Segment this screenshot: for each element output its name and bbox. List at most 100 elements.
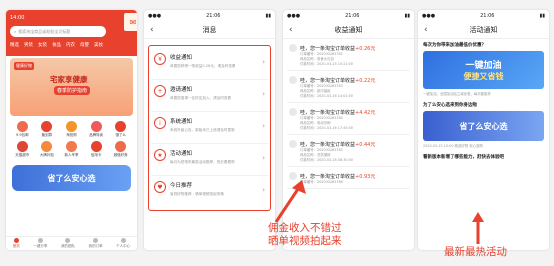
item-desc: 每月为您带来最惠活动推荐，快去看看吧 xyxy=(170,160,235,164)
message-category-item[interactable]: + 邀请通知 恭喜您邀请一名好友加入，请及时查看 › xyxy=(151,80,268,112)
orders-icon xyxy=(93,238,99,243)
grid-item[interactable]: 天猫超市 xyxy=(10,141,35,158)
grid-item[interactable]: 信用卡 xyxy=(84,141,109,158)
back-icon[interactable]: ‹ xyxy=(150,26,154,35)
card-amount: +4.42元 xyxy=(355,109,376,116)
caption-left: 佣金收入不错过 晒单视频拍起来 xyxy=(268,222,342,248)
battery-icon: ▮▮ xyxy=(539,13,545,19)
chevron-right-icon: › xyxy=(262,154,265,162)
promo-banner[interactable]: 省了么安心选 xyxy=(12,165,131,191)
grid-label: 天猫超市 xyxy=(15,153,30,157)
tab-team[interactable]: 我的团队 xyxy=(61,238,75,249)
item-desc: 恭喜您获得一笔收益0.26元，请及时查看 xyxy=(170,64,236,68)
tab-label: 个人中心 xyxy=(116,244,131,248)
activity-icon: ★ xyxy=(154,149,166,161)
home-header: 14:00 ▮▮▮ ⌕ 搜索淘宝商品或粘贴宝贝标题 精选 男装 女装 食品 内衣… xyxy=(6,10,137,56)
grid-item[interactable]: 大牌补贴 xyxy=(35,141,60,158)
income-icon: ¥ xyxy=(154,53,166,65)
invite-icon: + xyxy=(154,85,166,97)
home-banner[interactable]: 健康好物 宅家享健康 春季防护指南 xyxy=(10,58,133,116)
grid-item[interactable]: 超值好券 xyxy=(108,141,133,158)
grid-icon xyxy=(41,141,53,152)
category-tab[interactable]: 男装 xyxy=(24,42,33,48)
tab-profile[interactable]: 个人中心 xyxy=(116,238,130,249)
grid-item[interactable]: 淘抢购 xyxy=(59,121,84,138)
item-desc: 系统升级公告，新版本已上线请及时更新 xyxy=(170,128,235,132)
back-icon[interactable]: ‹ xyxy=(289,26,293,35)
card-head: 哇，您一条淘宝订单收益 xyxy=(300,45,356,52)
search-icon: ⌕ xyxy=(14,29,17,34)
grid-label: 超值好券 xyxy=(113,153,128,157)
caption-line: 晒单视频拍起来 xyxy=(268,235,342,247)
item-desc: 恭喜您邀请一名好友加入，请及时查看 xyxy=(170,96,232,100)
card-line: 付款时间：2020-03-16 17:45:00 xyxy=(300,126,353,130)
signal-icon: ●●● xyxy=(148,13,162,19)
tab-share[interactable]: 一键分享 xyxy=(33,238,47,249)
grid-item[interactable]: 聚划算 xyxy=(35,121,60,138)
card-line: 订单编号：202003265786 xyxy=(300,180,343,184)
activity-card[interactable]: 看新版本新增了哪些能力，赶快去体验吧 xyxy=(418,151,549,163)
category-tab[interactable]: 女装 xyxy=(38,42,47,48)
tab-label: 我的订单 xyxy=(88,244,103,248)
grid-label: 淘抢购 xyxy=(66,133,77,137)
chevron-right-icon: › xyxy=(262,58,265,66)
grid-item[interactable]: 品牌特卖 xyxy=(84,121,109,138)
tab-home[interactable]: 首页 xyxy=(13,238,20,249)
card-head: 哇，您一条淘宝订单收益 xyxy=(300,141,356,148)
fuel-promo-image: 一键加油 便捷又省钱 xyxy=(423,51,544,89)
income-card[interactable]: 哇，您一条淘宝订单收益 +0.26元 订单编号：202003265782 商品名称… xyxy=(287,42,410,71)
activity-card[interactable]: 为了么安心选来到你身边啦 省了么安心选 2020-03-15 10:00 精选好… xyxy=(418,99,549,151)
income-card[interactable]: 哇，您一条淘宝订单收益 +0.22元 订单编号：202003265783 商品名称… xyxy=(287,74,410,103)
grid-label: 9.9包邮 xyxy=(16,133,29,137)
grid-item[interactable]: 9.9包邮 xyxy=(10,121,35,138)
category-tab[interactable]: 内衣 xyxy=(66,42,75,48)
message-center-icon[interactable]: ✉ xyxy=(123,12,137,32)
category-tab[interactable]: 精选 xyxy=(10,42,19,48)
card-amount: +0.93元 xyxy=(355,173,376,180)
grid-icon xyxy=(115,141,127,152)
chevron-right-icon: › xyxy=(262,122,265,130)
banner-title: 宅家享健康 xyxy=(50,75,88,84)
card-head: 哇，您一条淘宝订单收益 xyxy=(300,77,356,84)
status-time: 21:06 xyxy=(480,13,495,19)
arrow-up-icon xyxy=(472,212,484,244)
message-category-item[interactable]: i 系统通知 系统升级公告，新版本已上线请及时更新 › xyxy=(151,112,268,144)
item-title: 邀请通知 xyxy=(170,87,193,93)
banner-subtitle: 春季防护指南 xyxy=(54,86,91,95)
safe-select-image: 省了么安心选 xyxy=(423,111,544,141)
nav-bar: ‹ 收益通知 xyxy=(283,22,414,39)
activity-title: 看新版本新增了哪些能力，赶快去体验吧 xyxy=(423,155,504,160)
activity-card[interactable]: 每次为你带来加油最低价优惠？ 一键加油 便捷又省钱 一键加油，全国加油站立减优惠… xyxy=(418,39,549,99)
income-icon xyxy=(289,140,297,148)
category-tab[interactable]: 食品 xyxy=(52,42,61,48)
back-icon[interactable]: ‹ xyxy=(424,26,428,35)
category-tabs: 精选 男装 女装 食品 内衣 母婴 美妆 xyxy=(10,42,133,48)
message-category-item[interactable]: ★ 活动通知 每月为您带来最惠活动推荐，快去看看吧 › xyxy=(151,144,268,176)
grid-label: 饿了么 xyxy=(115,133,126,137)
message-category-list: ¥ 收益通知 恭喜您获得一笔收益0.26元，请及时查看 › + 邀请通知恭喜您邀请… xyxy=(148,45,271,211)
message-category-item[interactable]: ¥ 收益通知 恭喜您获得一笔收益0.26元，请及时查看 › xyxy=(151,48,268,80)
income-card[interactable]: 哇，您一条淘宝订单收益 +4.42元 订单编号：202003265784 商品名称… xyxy=(287,106,410,135)
home-icon xyxy=(13,238,19,243)
grid-item[interactable]: 新人专享 xyxy=(59,141,84,158)
grid-icon xyxy=(90,141,102,152)
category-tab[interactable]: 母婴 xyxy=(80,42,89,48)
share-icon xyxy=(37,238,43,243)
card-line: 付款时间：2020-03-18 08:30:00 xyxy=(300,158,353,162)
team-icon xyxy=(65,238,71,243)
status-bar: ●●● 21:06 ▮▮ xyxy=(283,10,414,22)
signal-icon: ●●● xyxy=(287,13,301,19)
income-card[interactable]: 哇，您一条淘宝订单收益 +0.44元 订单编号：202003265785 商品名称… xyxy=(287,138,410,167)
search-input[interactable]: ⌕ 搜索淘宝商品或粘贴宝贝标题 xyxy=(10,26,106,37)
category-tab[interactable]: 美妆 xyxy=(94,42,103,48)
grid-icon xyxy=(65,141,77,152)
message-category-item[interactable]: ♥ 今日推荐 省钱好物推荐 - 晒单视频拍起来哦 › xyxy=(151,176,268,208)
grid-icon xyxy=(90,121,102,132)
activity-title: 每次为你带来加油最低价优惠？ xyxy=(423,43,486,48)
activity-meta: 一键加油，全国加油站立减优惠，每天都能享 xyxy=(423,92,491,96)
tab-orders[interactable]: 我的订单 xyxy=(89,238,103,249)
bottom-tab-bar: 首页 一键分享 我的团队 我的订单 个人中心 xyxy=(6,236,137,250)
promo-line-2: 便捷又省钱 xyxy=(463,72,504,81)
feature-grid: 9.9包邮 聚划算 淘抢购 品牌特卖 饿了么 天猫超市 大牌补贴 新人专享 信用… xyxy=(6,118,137,161)
grid-item[interactable]: 饿了么 xyxy=(108,121,133,138)
